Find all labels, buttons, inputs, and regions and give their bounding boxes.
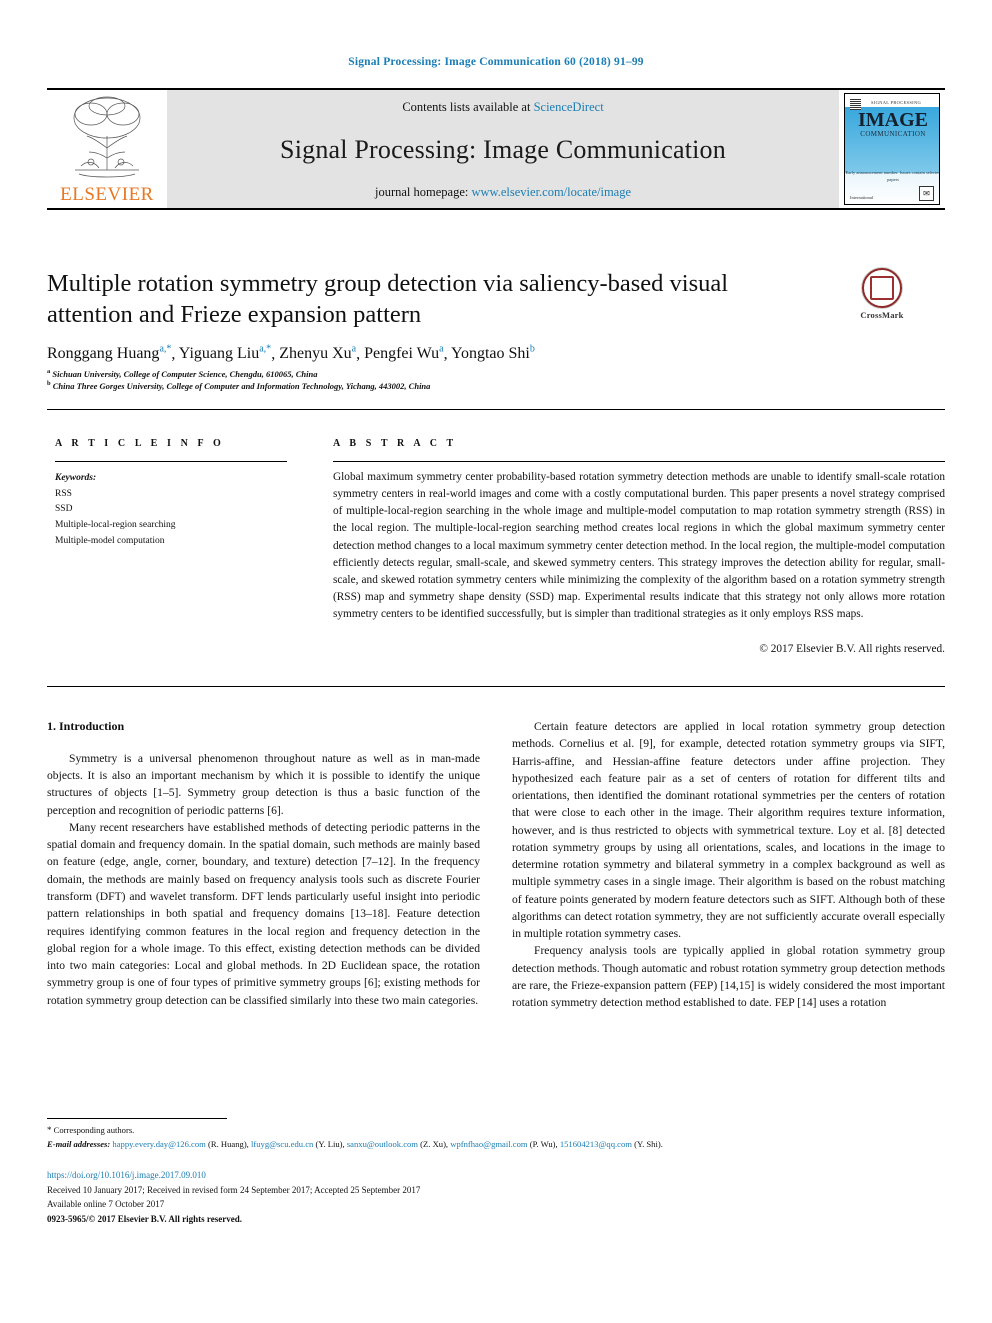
divider-below-abstract [47, 686, 945, 687]
email-owner: (R. Huang), [208, 1138, 249, 1149]
page-title: Multiple rotation symmetry group detecti… [47, 270, 729, 329]
journal-homepage-line: journal homepage: www.elsevier.com/locat… [375, 185, 631, 200]
abstract-text: Global maximum symmetry center probabili… [333, 471, 945, 621]
author-name: Yiguang Liu [178, 345, 260, 363]
author-name: Pengfei Wu [364, 345, 440, 363]
author-marks: b [529, 344, 535, 355]
elsevier-wordmark: ELSEVIER [60, 184, 154, 205]
footer-block: https://doi.org/10.1016/j.image.2017.09.… [47, 1168, 747, 1226]
divider-abstract [333, 461, 945, 462]
author-name: Yongtao Shi [450, 345, 530, 363]
journal-title: Signal Processing: Image Communication [280, 135, 726, 164]
affiliation-mark: b [47, 380, 51, 387]
journal-masthead: ELSEVIER Contents lists available at Sci… [47, 88, 945, 210]
paragraph: Many recent researchers have established… [47, 820, 480, 1007]
elsevier-logo: ELSEVIER [47, 90, 167, 208]
author-item: Yongtao Shib [450, 344, 535, 363]
email-addresses-line: E-mail addresses: happy.every.day@126.co… [47, 1138, 947, 1151]
cover-top-note: SIGNAL PROCESSING [871, 100, 922, 105]
cover-title: IMAGE [858, 109, 928, 131]
crossmark-badge[interactable]: CrossMark [843, 268, 921, 320]
author-item: Zhenyu Xua [279, 344, 357, 363]
author-marks: a [351, 344, 357, 355]
email-link[interactable]: lfuyg@scu.edu.cn [251, 1139, 313, 1149]
received-history: Received 10 January 2017; Received in re… [47, 1184, 421, 1195]
author-marks: a,* [159, 344, 172, 355]
keywords-title: Keywords: [55, 473, 97, 483]
keyword-item: Multiple-local-region searching [55, 520, 176, 531]
section-heading-introduction: 1. Introduction [47, 719, 125, 733]
contents-available-line: Contents lists available at ScienceDirec… [402, 100, 603, 115]
author-marks: a,* [259, 344, 272, 355]
author-list: Ronggang Huanga,*, Yiguang Liua,*, Zheny… [47, 344, 535, 363]
author-name: Ronggang Huang [47, 345, 160, 363]
body-column-left: 1. Introduction Symmetry is a universal … [47, 718, 480, 1009]
keyword-item: SSD [55, 504, 73, 515]
email-owner: (Y. Liu), [315, 1138, 345, 1149]
running-head: Signal Processing: Image Communication 6… [348, 56, 644, 68]
author-item: Ronggang Huanga,* [47, 344, 172, 363]
email-link[interactable]: happy.every.day@126.com [112, 1139, 205, 1149]
author-item: Pengfei Wua [364, 344, 444, 363]
doi-link[interactable]: https://doi.org/10.1016/j.image.2017.09.… [47, 1170, 206, 1180]
available-online: Available online 7 October 2017 [47, 1199, 165, 1210]
journal-homepage-link[interactable]: www.elsevier.com/locate/image [471, 185, 631, 199]
divider-article-info [55, 461, 287, 462]
body-column-right: Certain feature detectors are applied in… [512, 718, 945, 1012]
cover-art: SIGNAL PROCESSING IMAGE COMMUNICATION Ea… [844, 93, 940, 205]
email-owner: (Z. Xu), [420, 1138, 449, 1149]
crossmark-icon [862, 268, 902, 308]
cover-bottom-left-note: International [850, 195, 873, 200]
sciencedirect-link[interactable]: ScienceDirect [534, 100, 604, 114]
author-item: Yiguang Liua,* [178, 344, 272, 363]
elsevier-tree-icon [73, 96, 141, 178]
crossmark-label: CrossMark [860, 310, 904, 320]
abstract-copyright: © 2017 Elsevier B.V. All rights reserved… [759, 643, 945, 655]
email-link[interactable]: sanxu@outlook.com [347, 1139, 418, 1149]
affiliation-text: China Three Gorges University, College o… [52, 380, 431, 391]
affiliation-a: a Sichuan University, College of Compute… [47, 368, 747, 379]
cover-subtitle: COMMUNICATION [860, 130, 926, 138]
homepage-prefix: journal homepage: [374, 185, 472, 199]
corresponding-author-note: * Corresponding authors. [47, 1124, 947, 1138]
keyword-item: Multiple-model computation [55, 535, 165, 546]
contents-prefix: Contents lists available at [402, 100, 534, 114]
email-owner: (Y. Shi). [634, 1138, 663, 1149]
journal-cover-thumbnail: SIGNAL PROCESSING IMAGE COMMUNICATION Ea… [839, 90, 945, 208]
author-name: Zhenyu Xu [279, 345, 352, 363]
paper-page: Signal Processing: Image Communication 6… [0, 0, 992, 1323]
keywords-block: Keywords: RSS SSD Multiple-local-region … [55, 471, 305, 549]
journal-band: Contents lists available at ScienceDirec… [167, 90, 839, 208]
affiliation-text: Sichuan University, College of Computer … [52, 368, 318, 379]
affiliation-b: b China Three Gorges University, College… [47, 380, 747, 391]
email-link[interactable]: wpfnfhao@gmail.com [450, 1139, 527, 1149]
divider-above-article-info [47, 409, 945, 410]
paragraph: Frequency analysis tools are typically a… [512, 944, 945, 1010]
cover-mid-note: Early announcement number. Issues contai… [845, 170, 940, 182]
affiliation-mark: a [47, 368, 51, 375]
crossmark-book-icon [870, 276, 894, 300]
author-marks: a [439, 344, 444, 355]
email-link[interactable]: 151604213@qq.com [560, 1139, 632, 1149]
asterisk-icon: * [47, 1125, 52, 1135]
paragraph: Symmetry is a universal phenomenon throu… [47, 751, 480, 817]
email-owner: (P. Wu), [529, 1138, 558, 1149]
corresponding-author-text: Corresponding authors. [53, 1125, 135, 1135]
keyword-item: RSS [55, 488, 72, 499]
email-label: E-mail addresses: [47, 1138, 111, 1149]
abstract-heading: A B S T R A C T [333, 438, 457, 449]
cover-envelope-icon: ✉ [919, 186, 934, 201]
footnote-block: * Corresponding authors. E-mail addresse… [47, 1124, 947, 1151]
issn-copyright-line: 0923-5965/© 2017 Elsevier B.V. All right… [47, 1213, 242, 1224]
article-info-heading: A R T I C L E I N F O [55, 438, 225, 449]
paragraph: Certain feature detectors are applied in… [512, 720, 945, 941]
footnote-divider [47, 1118, 227, 1119]
